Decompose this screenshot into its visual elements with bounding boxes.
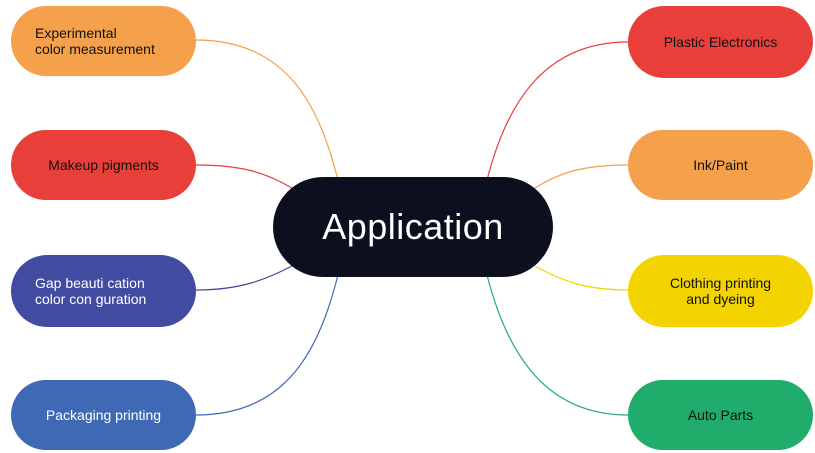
- right-node-2: Clothing printing and dyeing: [628, 255, 813, 327]
- left-node-0-label: Experimental color measurement: [35, 25, 155, 57]
- right-node-3-label: Auto Parts: [687, 407, 754, 423]
- left-node-1-label: Makeup pigments: [48, 157, 159, 173]
- center-node-label: Application: [322, 206, 504, 247]
- right-node-1: Ink/Paint: [628, 130, 813, 200]
- left-node-2: Gap beauti cation color con guration: [11, 255, 196, 327]
- connector-left-2: [195, 265, 293, 291]
- connector-right-0: [486, 41, 629, 181]
- right-node-0-label: Plastic Electronics: [663, 34, 778, 50]
- left-node-3: Packaging printing: [11, 380, 196, 450]
- connector-right-2: [534, 265, 629, 291]
- right-node-3: Auto Parts: [628, 380, 813, 450]
- left-node-3-label: Packaging printing: [45, 407, 162, 423]
- connector-right-3: [486, 274, 629, 416]
- right-node-0: Plastic Electronics: [628, 6, 813, 78]
- connector-left-1: [195, 164, 293, 189]
- connector-right-1: [534, 164, 629, 189]
- right-node-1-label: Ink/Paint: [693, 157, 748, 173]
- connector-left-0: [195, 39, 339, 181]
- right-node-2-label: Clothing printing and dyeing: [669, 275, 772, 307]
- left-node-0: Experimental color measurement: [11, 6, 196, 76]
- left-node-1: Makeup pigments: [11, 130, 196, 200]
- center-node: Application: [273, 177, 553, 277]
- left-node-2-label: Gap beauti cation color con guration: [35, 275, 147, 307]
- connector-left-3: [195, 274, 339, 416]
